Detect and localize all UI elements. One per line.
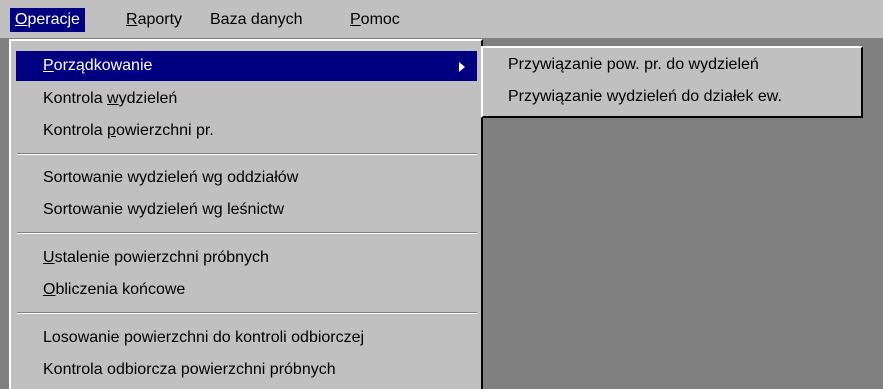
menu-item-sortowanie-oddzialow[interactable]: Sortowanie wydzieleń wg oddziałów — [16, 163, 477, 193]
operacje-dropdown: Porządkowanie Kontrola wydzieleń Kontrol… — [9, 39, 483, 389]
menu-item-kontrola-odbiorcza[interactable]: Kontrola odbiorcza powierzchni próbnych — [16, 355, 477, 385]
menu-item-porzadkowanie-mnemonic: P — [43, 57, 54, 74]
menu-item-losowanie-powierzchni-label: Losowanie powierzchni do kontroli odbior… — [43, 329, 365, 346]
menu-baza-danych[interactable]: Baza danych — [205, 8, 308, 32]
menu-separator — [17, 153, 477, 155]
menu-item-losowanie-powierzchni[interactable]: Losowanie powierzchni do kontroli odbior… — [16, 323, 477, 353]
menu-item-sortowanie-oddzialow-label: Sortowanie wydzieleń wg oddziałów — [43, 169, 299, 186]
menu-item-porzadkowanie[interactable]: Porządkowanie — [16, 51, 477, 81]
menu-item-ustalenie-powierzchni[interactable]: Ustalenie powierzchni próbnych — [16, 243, 477, 273]
menu-item-sortowanie-lesnictw-label: Sortowanie wydzieleń wg leśnictw — [43, 201, 284, 218]
menu-item-kontrola-wydzielen-prefix: Kontrola — [43, 90, 108, 107]
menu-item-kontrola-powierzchni-mnemonic: p — [107, 122, 116, 139]
menu-pomoc-label: omoc — [360, 11, 400, 28]
menu-item-kontrola-powierzchni-prefix: Kontrola — [43, 122, 108, 139]
porzadkowanie-submenu: Przywiązanie pow. pr. do wydzieleń Przyw… — [481, 46, 863, 118]
menu-item-kontrola-powierzchni[interactable]: Kontrola powierzchni pr. — [16, 116, 477, 146]
menu-item-kontrola-wydzielen[interactable]: Kontrola wydzieleń — [16, 84, 477, 114]
menu-item-kontrola-wydzielen-suffix: ydzieleń — [118, 90, 178, 107]
menu-operacje[interactable]: Operacje — [10, 8, 85, 32]
menu-item-ustalenie-powierzchni-label: stalenie powierzchni próbnych — [54, 249, 269, 266]
menu-pomoc-mnemonic: P — [350, 11, 361, 28]
menu-raporty-label: aporty — [137, 11, 183, 28]
submenu-item-przywiazanie-wydzielen[interactable]: Przywiązanie wydzieleń do działek ew. — [483, 82, 859, 112]
menu-pomoc[interactable]: Pomoc — [345, 8, 405, 32]
menu-baza-danych-label: Baza danych — [210, 11, 303, 28]
menu-item-porzadkowanie-label: orządkowanie — [53, 57, 153, 74]
menu-separator — [17, 232, 477, 234]
menu-operacje-mnemonic: O — [15, 11, 28, 28]
menu-item-sortowanie-lesnictw[interactable]: Sortowanie wydzieleń wg leśnictw — [16, 195, 477, 225]
menu-separator — [17, 312, 477, 314]
menu-item-obliczenia-koncowe[interactable]: Obliczenia końcowe — [16, 275, 477, 305]
menu-item-kontrola-powierzchni-suffix: owierzchni pr. — [115, 122, 214, 139]
menu-item-obliczenia-koncowe-mnemonic: O — [43, 281, 56, 298]
menu-item-ustalenie-powierzchni-mnemonic: U — [43, 249, 55, 266]
menu-bar: Operacje Raporty Baza danych Pomoc — [0, 0, 883, 38]
menu-item-obliczenia-koncowe-label: bliczenia końcowe — [55, 281, 186, 298]
menu-raporty[interactable]: Raporty — [121, 8, 187, 32]
menu-operacje-label: peracje — [27, 11, 80, 28]
submenu-arrow-icon — [459, 62, 465, 72]
menu-item-kontrola-wydzielen-mnemonic: w — [107, 90, 119, 107]
menu-item-kontrola-odbiorcza-label: Kontrola odbiorcza powierzchni próbnych — [43, 361, 336, 378]
menu-raporty-mnemonic: R — [126, 11, 138, 28]
submenu-item-przywiazanie-pow[interactable]: Przywiązanie pow. pr. do wydzieleń — [483, 50, 859, 80]
